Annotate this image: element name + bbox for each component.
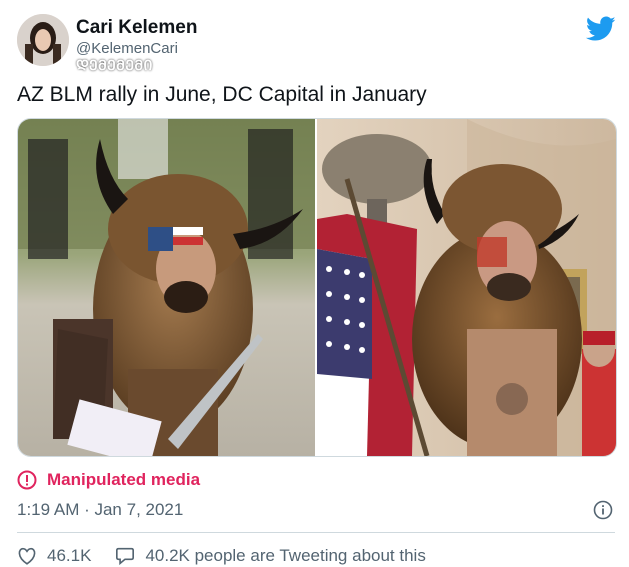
heart-icon (18, 547, 36, 565)
media-grid[interactable] (17, 118, 617, 457)
twitter-bird-icon[interactable] (585, 16, 616, 42)
like-count: 46.1K (47, 546, 92, 565)
reply-button[interactable]: 40.2K people are Tweeting about this (115, 546, 426, 566)
speech-bubble-icon (116, 547, 135, 565)
like-button[interactable]: 46.1K (17, 546, 91, 566)
manipulated-media-label[interactable]: Manipulated media (17, 470, 200, 490)
author-handle[interactable]: @KelemenCari (76, 40, 178, 57)
photo-az-rally[interactable] (18, 119, 315, 456)
divider (17, 532, 615, 533)
tweet-card: Cari Kelemen @KelemenCari ᲓᲔᲛᲔᲛᲔᲛᲘ AZ BL… (0, 0, 629, 567)
alert-circle-icon (17, 470, 37, 490)
photo-dc-capitol[interactable] (317, 119, 616, 456)
tweet-timestamp[interactable]: 1:19 AM · Jan 7, 2021 (17, 500, 183, 520)
tweet-text: AZ BLM rally in June, DC Capital in Janu… (17, 83, 427, 106)
avatar[interactable] (17, 14, 69, 66)
tweeting-count: 40.2K people are Tweeting about this (145, 546, 426, 565)
author-name[interactable]: Cari Kelemen (76, 17, 197, 39)
info-icon[interactable] (593, 500, 613, 520)
tweet-actions: 46.1K 40.2K people are Tweeting about th… (17, 546, 450, 566)
manipulated-media-text: Manipulated media (47, 470, 201, 489)
overlay-text: ᲓᲔᲛᲔᲛᲔᲛᲘ (76, 57, 153, 73)
